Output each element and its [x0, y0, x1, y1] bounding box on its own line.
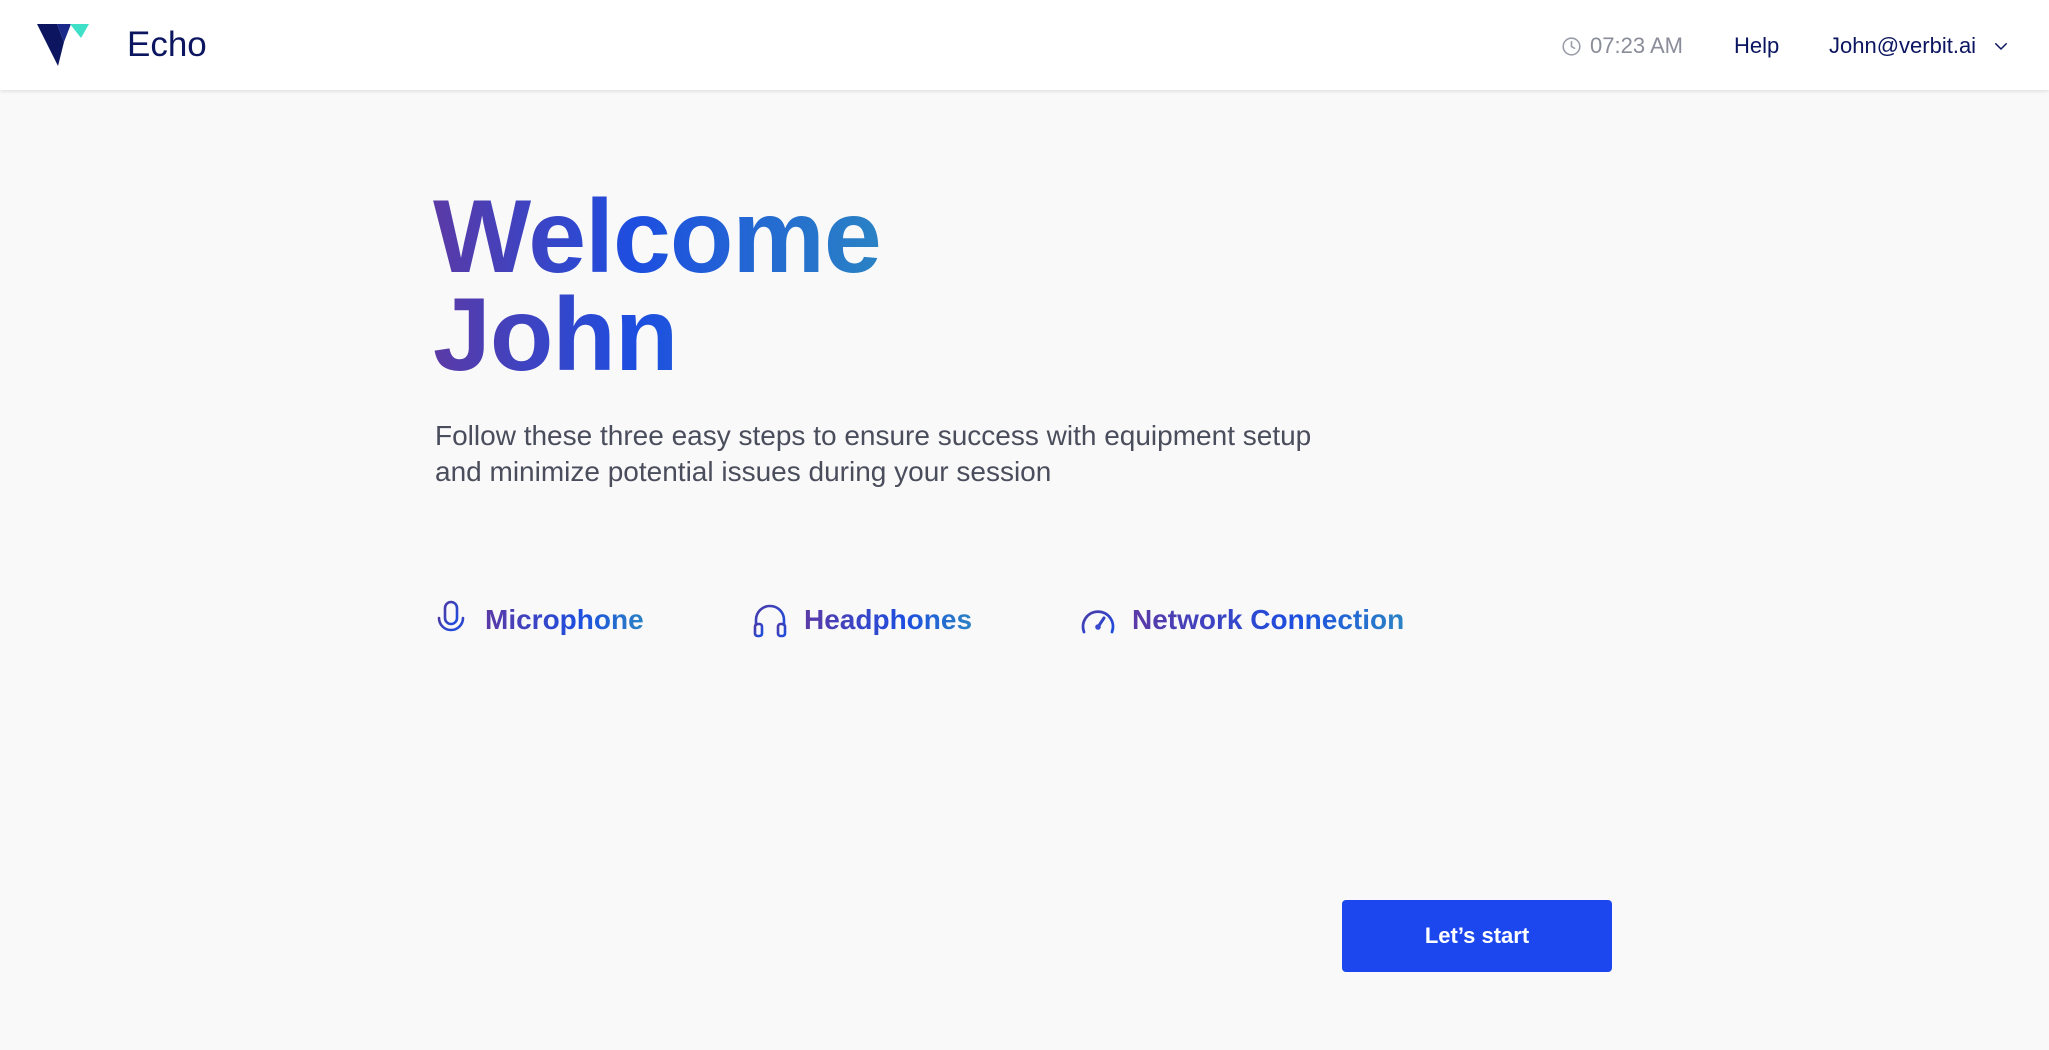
step-label-microphone: Microphone [485, 598, 644, 642]
welcome-subtitle: Follow these three easy steps to ensure … [435, 418, 1375, 490]
microphone-icon [437, 600, 465, 639]
headphones-icon [753, 604, 787, 638]
top-bar: Echo 07:23 AM Help John@verbit.ai [0, 0, 2049, 90]
app-name: Echo [127, 25, 207, 64]
welcome-title-line1: Welcome [433, 179, 881, 295]
session-clock: 07:23 AM [1561, 33, 1683, 59]
help-link[interactable]: Help [1734, 32, 1779, 60]
subtitle-line2: and minimize potential issues during you… [435, 456, 1052, 487]
step-microphone: Microphone [433, 598, 644, 642]
clock-icon [1562, 36, 1581, 56]
chevron-down-icon[interactable] [1992, 37, 2010, 55]
step-network-connection: Network Connection [1080, 598, 1404, 642]
user-menu[interactable]: John@verbit.ai [1829, 32, 2010, 60]
welcome-title-line2: John [433, 277, 678, 393]
step-label-network-connection: Network Connection [1132, 598, 1404, 642]
welcome-title: Welcome John [433, 188, 881, 384]
speedometer-icon [1081, 610, 1115, 634]
subtitle-line1: Follow these three easy steps to ensure … [435, 420, 1312, 451]
verbit-logo-icon[interactable] [37, 24, 89, 66]
step-label-headphones: Headphones [804, 598, 972, 642]
clock-time: 07:23 AM [1590, 33, 1683, 58]
step-headphones: Headphones [752, 598, 972, 642]
user-email: John@verbit.ai [1829, 33, 1977, 58]
lets-start-button[interactable]: Let’s start [1342, 900, 1612, 972]
